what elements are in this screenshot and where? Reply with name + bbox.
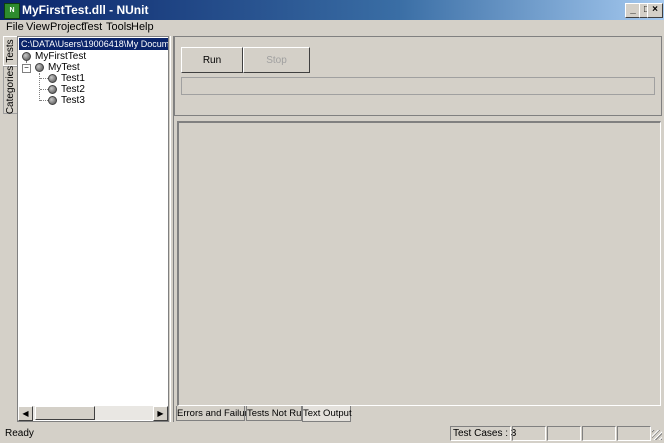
- tree-line: [40, 78, 48, 79]
- tree-root-node[interactable]: MyFirstTest: [35, 51, 86, 62]
- nunit-app-icon: N: [4, 3, 20, 19]
- menu-tools[interactable]: Tools: [106, 21, 132, 33]
- menu-bar: File View Project Test Tools Help: [0, 20, 664, 34]
- status-bar: Ready Test Cases : 3: [0, 424, 664, 443]
- menu-view[interactable]: View: [26, 21, 50, 33]
- title-bar: N MyFirstTest.dll - NUnit _ □ ×: [0, 0, 664, 20]
- fixture-status-icon: [35, 63, 44, 72]
- menu-test[interactable]: Test: [82, 21, 102, 33]
- status-test-cases: Test Cases : 3: [450, 426, 516, 441]
- tree-line: [40, 89, 48, 90]
- run-panel: Run Stop: [174, 36, 662, 116]
- scroll-thumb[interactable]: [35, 406, 95, 420]
- tab-text-output[interactable]: Text Output: [302, 406, 352, 422]
- tab-tests-not-run[interactable]: Tests Not Run: [246, 406, 307, 421]
- menu-project[interactable]: Project: [50, 21, 84, 33]
- scroll-right-icon[interactable]: ▶: [153, 406, 168, 421]
- menu-help[interactable]: Help: [131, 21, 154, 33]
- tree-path-node[interactable]: C:\DATA\Users\19006418\My Documents: [19, 38, 168, 50]
- tree-test-node[interactable]: Test1: [61, 73, 85, 84]
- status-panel: [582, 426, 616, 441]
- root-status-icon: [22, 52, 31, 61]
- tree-fixture-node[interactable]: MyTest: [48, 62, 80, 73]
- tab-tests-label: Tests: [5, 39, 16, 63]
- tab-categories-label: Categories: [5, 65, 16, 115]
- text-output-area[interactable]: [177, 121, 661, 406]
- collapse-icon[interactable]: −: [22, 64, 31, 73]
- tree-test-node[interactable]: Test3: [61, 95, 85, 106]
- test-tree[interactable]: C:\DATA\Users\19006418\My Documents MyFi…: [17, 36, 169, 422]
- tree-test-node[interactable]: Test2: [61, 84, 85, 95]
- test-status-icon: [48, 74, 57, 83]
- status-text: Ready: [5, 428, 34, 439]
- test-status-icon: [48, 96, 57, 105]
- progress-bar: [181, 77, 655, 95]
- run-button[interactable]: Run: [181, 47, 243, 73]
- close-button[interactable]: ×: [647, 3, 663, 18]
- tab-categories[interactable]: Categories: [3, 66, 18, 114]
- tab-errors-and-failures[interactable]: Errors and Failures: [176, 406, 258, 421]
- menu-file[interactable]: File: [6, 21, 24, 33]
- status-panel: [512, 426, 546, 441]
- status-panel: [547, 426, 581, 441]
- tree-horizontal-scrollbar[interactable]: ◀ ▶: [18, 406, 168, 421]
- stop-button[interactable]: Stop: [243, 47, 310, 73]
- tree-line: [40, 100, 48, 101]
- status-panel: [617, 426, 651, 441]
- tab-tests[interactable]: Tests: [3, 36, 18, 66]
- scroll-left-icon[interactable]: ◀: [18, 406, 33, 421]
- resize-grip[interactable]: [652, 430, 662, 440]
- test-status-icon: [48, 85, 57, 94]
- window-title: MyFirstTest.dll - NUnit: [22, 3, 149, 17]
